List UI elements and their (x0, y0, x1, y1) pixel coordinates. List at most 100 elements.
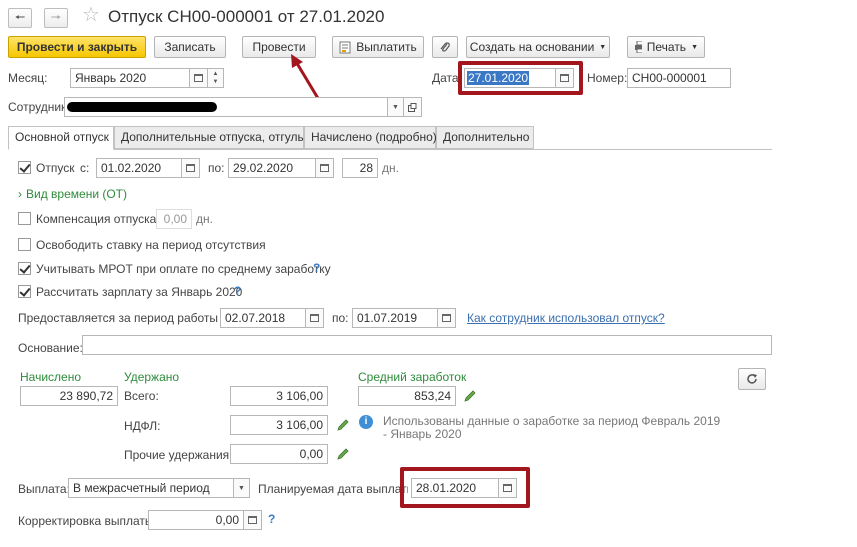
vacation-to-label: по: (208, 161, 225, 175)
vacation-from-label: с: (80, 161, 90, 175)
tab-accrued-detailed[interactable]: Начислено (подробно) (304, 126, 437, 149)
work-period-label: Предоставляется за период работы с: (18, 311, 231, 325)
basis-field[interactable] (82, 335, 772, 355)
info-icon: i (359, 415, 373, 429)
free-rate-checkbox[interactable] (18, 238, 31, 251)
employee-field[interactable] (64, 97, 388, 117)
mrot-label: Учитывать МРОТ при оплате по среднему за… (36, 262, 331, 276)
free-rate-label: Освободить ставку на период отсутствия (36, 238, 266, 252)
withheld-label: Удержано (124, 370, 180, 384)
tab-additional-vacations[interactable]: Дополнительные отпуска, отгулы (114, 126, 306, 149)
payment-dropdown[interactable]: ▼ (234, 478, 250, 498)
payment-correction-calculator[interactable] (244, 510, 262, 530)
withheld-total-field[interactable]: 3 106,00 (230, 386, 328, 406)
calendar-icon (194, 74, 203, 82)
vacation-from-field[interactable]: 01.02.2020 (96, 158, 182, 178)
attach-button[interactable] (432, 36, 458, 58)
calendar-icon (186, 164, 195, 172)
employee-open-button[interactable] (404, 97, 422, 117)
work-period-to-field[interactable]: 01.07.2019 (352, 308, 438, 328)
average-earnings-label: Средний заработок (358, 370, 467, 384)
month-calendar-button[interactable] (190, 68, 208, 88)
payment-correction-help-icon[interactable]: ? (268, 512, 275, 526)
average-edit-pencil-icon[interactable] (463, 389, 477, 403)
compensation-days-field[interactable]: 0,00 (156, 209, 192, 229)
work-period-from-calendar[interactable] (306, 308, 324, 328)
month-spinner[interactable]: ▲ ▼ (208, 68, 224, 88)
open-window-icon (408, 102, 417, 112)
payment-select[interactable]: В межрасчетный период (68, 478, 234, 498)
withheld-total-label: Всего: (124, 389, 159, 403)
forward-button[interactable]: 🠖 (44, 8, 68, 28)
tab-strip-line (8, 149, 772, 150)
vacation-days-field[interactable]: 28 (342, 158, 378, 178)
highlight-planned-date (400, 467, 530, 508)
calendar-icon (310, 314, 319, 322)
star-icon[interactable]: ☆ (82, 5, 100, 25)
vacation-to-field[interactable]: 29.02.2020 (228, 158, 316, 178)
other-withholdings-label: Прочие удержания: (124, 448, 233, 462)
ndfl-edit-pencil-icon[interactable] (336, 418, 350, 432)
payment-correction-field[interactable]: 0,00 (148, 510, 244, 530)
chevron-down-icon: ▼ (691, 43, 698, 51)
mrot-checkbox[interactable] (18, 262, 31, 275)
refresh-icon (747, 374, 757, 384)
calc-salary-help-icon[interactable]: ? (234, 284, 241, 298)
employee-label: Сотрудник: (8, 100, 70, 114)
create-based-on-button[interactable]: Создать на основании ▼ (466, 36, 610, 58)
number-field[interactable]: СН00-000001 (627, 68, 731, 88)
post-and-close-button[interactable]: Провести и закрыть (8, 36, 146, 58)
page-title: Отпуск СН00-000001 от 27.01.2020 (108, 7, 385, 26)
printer-icon (635, 41, 642, 53)
compensation-label: Компенсация отпуска (36, 212, 157, 226)
vacation-usage-link[interactable]: Как сотрудник использовал отпуск? (467, 311, 665, 325)
compensation-checkbox[interactable] (18, 212, 31, 225)
payment-correction-label: Корректировка выплаты: (18, 514, 157, 528)
highlight-date (458, 61, 583, 95)
mrot-help-icon[interactable]: ? (313, 261, 320, 275)
print-button[interactable]: Печать ▼ (627, 36, 705, 58)
average-earnings-field[interactable]: 853,24 (358, 386, 456, 406)
calc-salary-checkbox[interactable] (18, 285, 31, 298)
month-field[interactable]: Январь 2020 (70, 68, 190, 88)
accrued-label: Начислено (20, 370, 82, 384)
vacation-label: Отпуск (36, 161, 75, 175)
accrued-field[interactable]: 23 890,72 (20, 386, 118, 406)
month-label: Месяц: (8, 71, 48, 85)
other-edit-pencil-icon[interactable] (336, 447, 350, 461)
arrow-right-icon: 🠖 (50, 9, 62, 24)
chevron-down-icon: ▼ (392, 103, 399, 111)
ndfl-field[interactable]: 3 106,00 (230, 415, 328, 435)
calculator-icon (248, 516, 257, 524)
vacation-from-calendar[interactable] (182, 158, 200, 178)
calendar-icon (442, 314, 451, 322)
basis-label: Основание: (18, 341, 83, 355)
number-label: Номер: (587, 71, 628, 85)
refresh-button[interactable] (738, 368, 766, 390)
work-period-from-field[interactable]: 02.07.2018 (220, 308, 306, 328)
pay-button[interactable]: Выплатить (332, 36, 424, 58)
vacation-checkbox[interactable] (18, 161, 31, 174)
compensation-unit: дн. (196, 212, 213, 226)
planned-date-label: Планируемая дата выплаты: (258, 482, 408, 496)
back-button[interactable]: 🠔 (8, 8, 32, 28)
tab-main-vacation[interactable]: Основной отпуск (8, 126, 114, 150)
calendar-icon (320, 164, 329, 172)
calc-salary-label: Рассчитать зарплату за Январь 2020 (36, 285, 243, 299)
other-withholdings-field[interactable]: 0,00 (230, 444, 328, 464)
document-icon (339, 41, 351, 53)
ndfl-label: НДФЛ: (124, 419, 161, 433)
paperclip-icon (440, 41, 450, 52)
tab-additional[interactable]: Дополнительно (436, 126, 534, 149)
chevron-right-icon: › (18, 187, 22, 201)
save-button[interactable]: Записать (154, 36, 226, 58)
chevron-down-icon: ▼ (238, 484, 245, 492)
arrow-left-icon: 🠔 (14, 9, 26, 24)
time-kind-toggle[interactable]: › Вид времени (ОТ) (18, 187, 127, 201)
payment-label: Выплата: (18, 482, 70, 496)
earnings-info-text: Использованы данные о заработке за перио… (383, 414, 721, 441)
employee-dropdown[interactable]: ▼ (388, 97, 404, 117)
vacation-to-calendar[interactable] (316, 158, 334, 178)
chevron-down-icon: ▼ (599, 43, 607, 51)
work-period-to-calendar[interactable] (438, 308, 456, 328)
